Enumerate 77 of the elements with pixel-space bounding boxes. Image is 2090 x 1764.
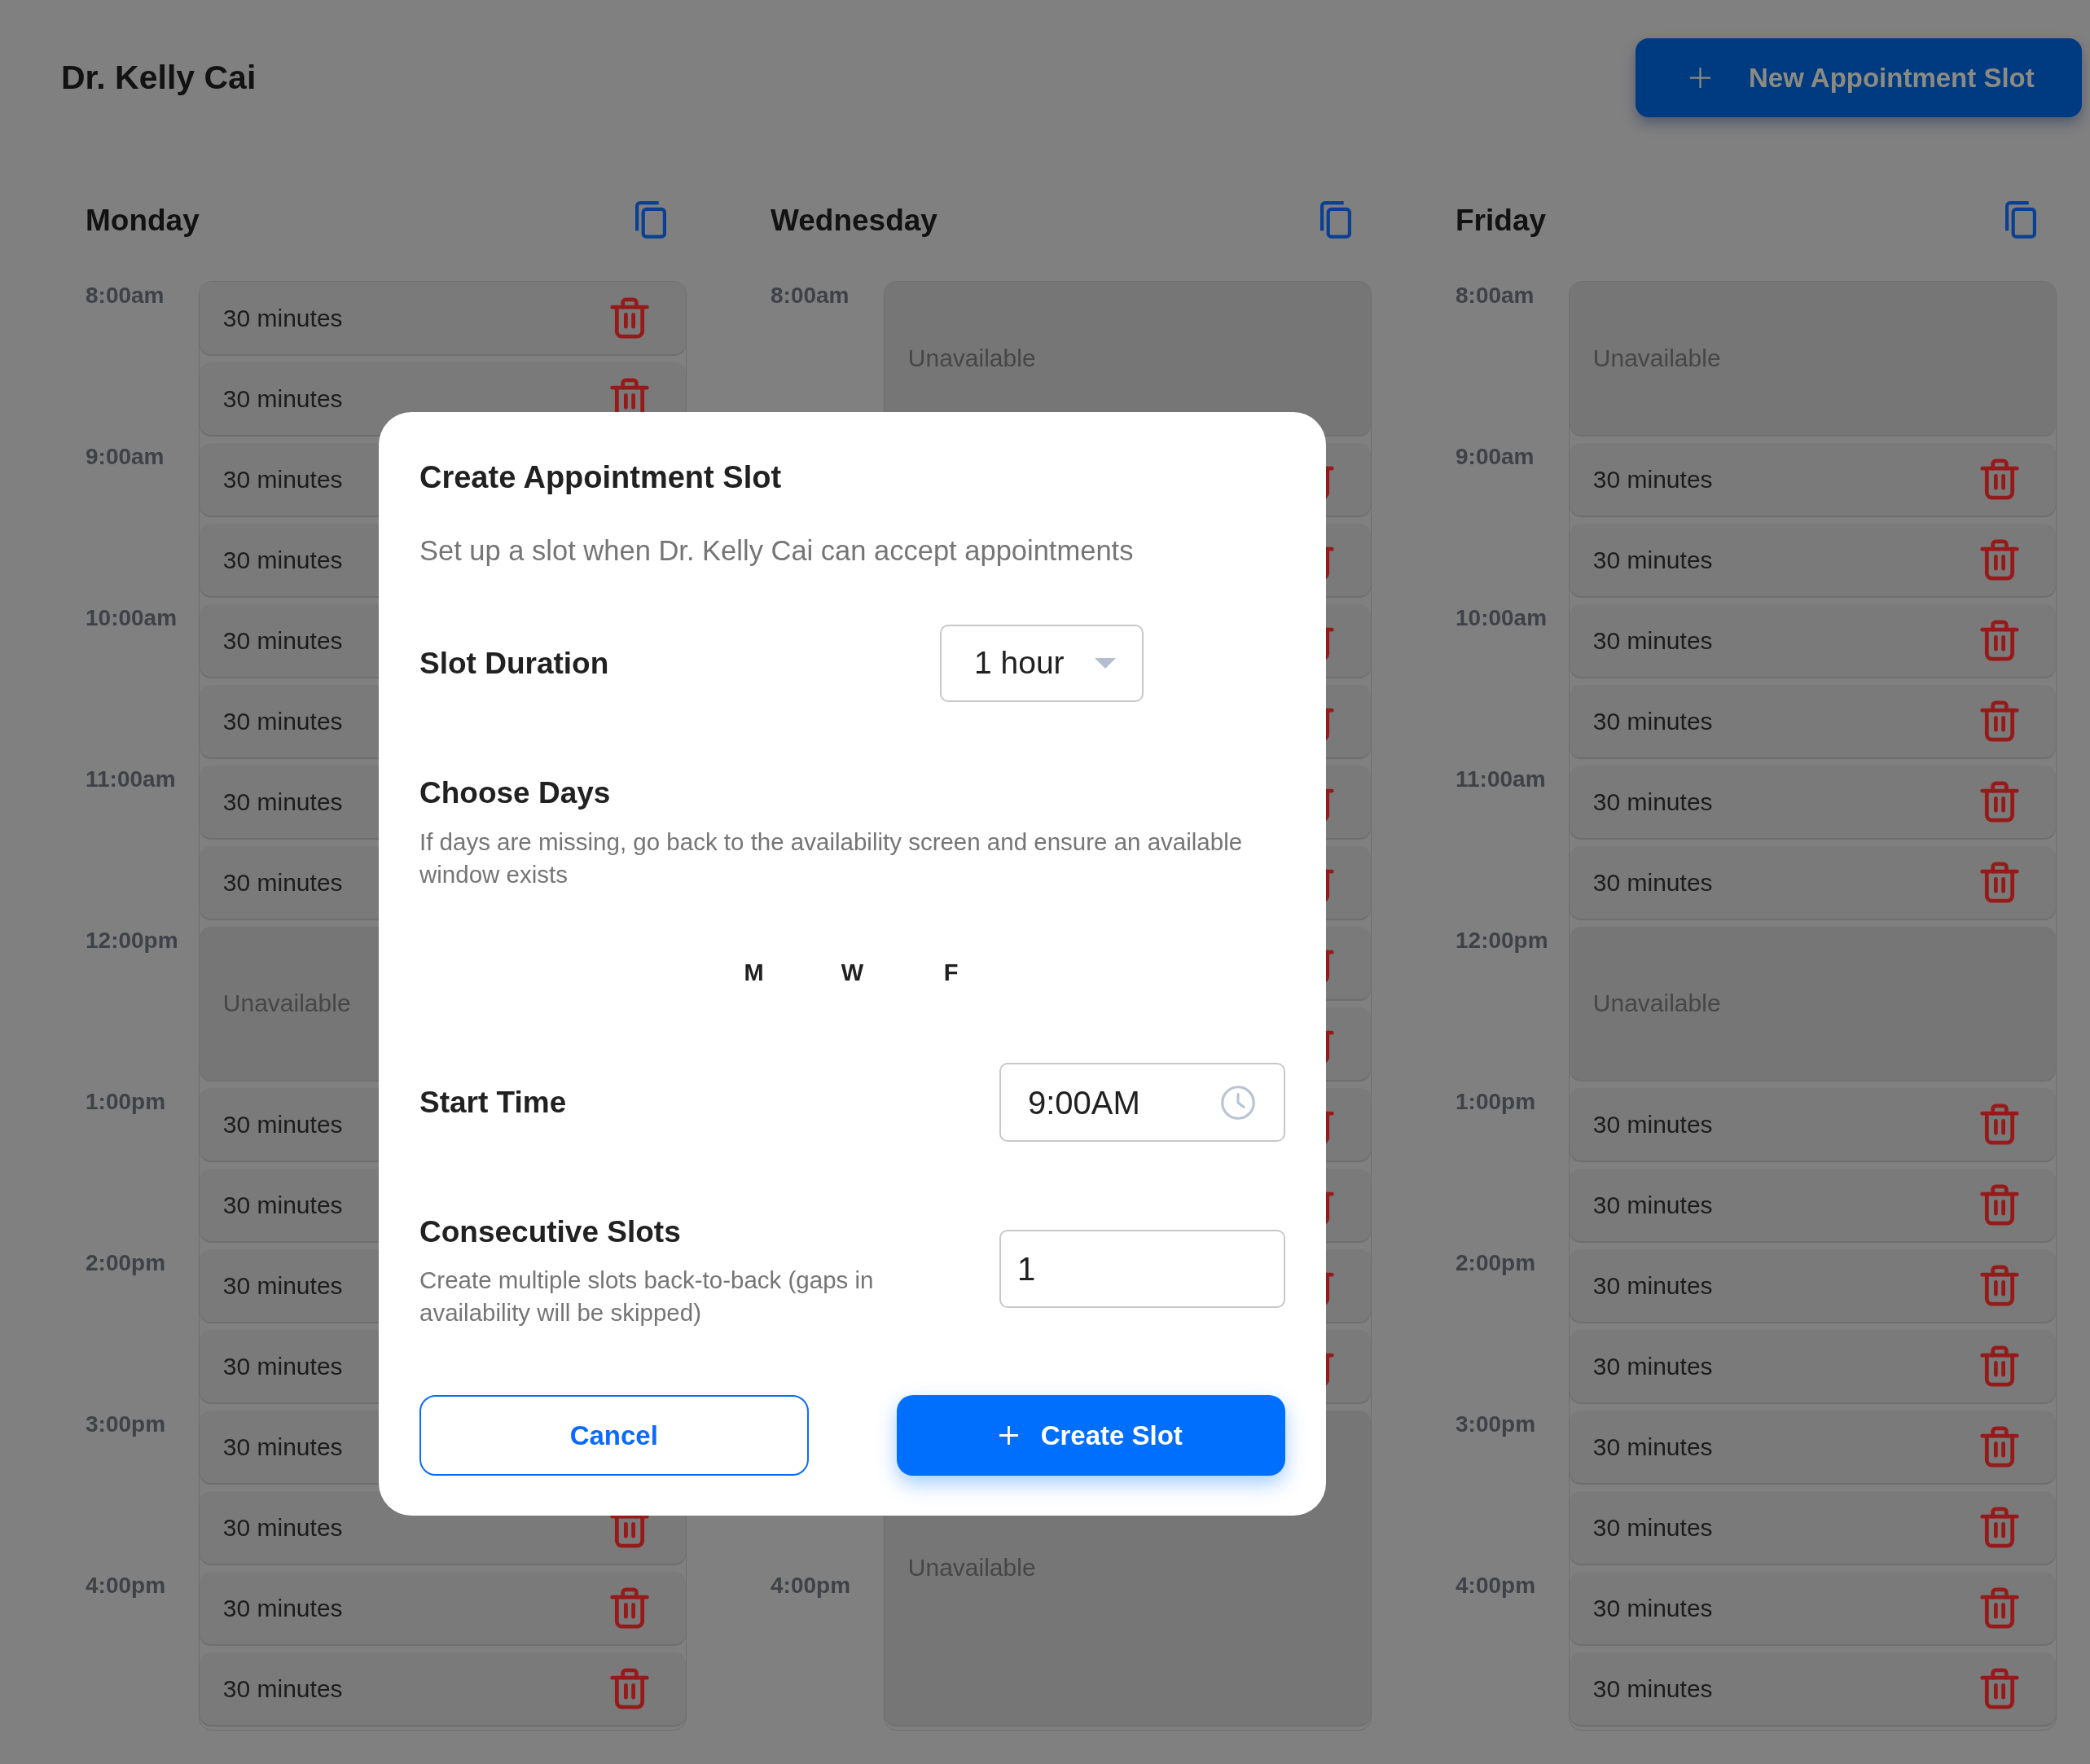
time-label: 4:00pm: [771, 1573, 851, 1598]
time-label: 9:00am: [1456, 444, 1535, 469]
day-option[interactable]: M: [744, 958, 764, 987]
consecutive-slots-hint: Create multiple slots back-to-back (gaps in availability will be skipped): [419, 1266, 875, 1327]
slot-duration: 30 minutes: [1592, 1515, 1713, 1540]
create-slot-button[interactable]: Create Slot: [896, 1395, 1285, 1476]
plus-icon: [999, 1426, 1018, 1445]
doctor-name: Dr. Kelly Cai: [61, 61, 257, 94]
slot-duration: 30 minutes: [222, 1273, 343, 1298]
slot-duration: 30 minutes: [1592, 1676, 1713, 1701]
slot-duration: 30 minutes: [222, 305, 343, 331]
time-label: 2:00pm: [86, 1250, 166, 1275]
slot-duration: 30 minutes: [1592, 1192, 1713, 1218]
slot-duration: 30 minutes: [222, 547, 343, 573]
time-label: 4:00pm: [86, 1573, 166, 1598]
time-label: 10:00am: [86, 605, 178, 630]
start-time-label: Start Time: [419, 1084, 567, 1121]
slot-duration: 30 minutes: [1592, 1273, 1713, 1298]
plus-icon: [1690, 68, 1710, 88]
choose-days-label: Choose Days: [419, 775, 612, 811]
time-label: 3:00pm: [86, 1411, 166, 1437]
time-label: 10:00am: [1456, 605, 1548, 630]
slot-duration: 30 minutes: [1592, 547, 1713, 573]
dialog-title: Create Appointment Slot: [419, 459, 783, 495]
slot-duration: 30 minutes: [1592, 1434, 1713, 1459]
time-label: 8:00am: [771, 283, 850, 308]
slot-duration: 30 minutes: [222, 789, 343, 814]
clock-icon: [1221, 1085, 1255, 1120]
slot-duration: 30 minutes: [1592, 1112, 1713, 1137]
time-label: 2:00pm: [1456, 1250, 1536, 1275]
time-label: 12:00pm: [86, 928, 178, 953]
day-heading: Friday: [1456, 204, 1547, 235]
time-label: 1:00pm: [1456, 1089, 1536, 1114]
slot-duration: 30 minutes: [222, 628, 343, 653]
slot-duration: 30 minutes: [1592, 709, 1713, 734]
slot-duration: 30 minutes: [222, 1354, 343, 1379]
choose-days-hint: If days are missing, go back to the availability screen and ensure an available window exists: [419, 827, 1244, 889]
consecutive-slots-input[interactable]: 1: [999, 1230, 1285, 1308]
time-label: 3:00pm: [1456, 1411, 1536, 1437]
time-label: 11:00am: [1456, 766, 1546, 792]
start-time-field[interactable]: 9:00AM: [999, 1063, 1285, 1142]
slot-duration: 30 minutes: [222, 870, 343, 895]
day-heading: Wednesday: [771, 204, 937, 235]
slot-duration-label: Slot Duration: [419, 645, 609, 682]
slot-duration: 30 minutes: [1592, 1354, 1713, 1379]
time-label: 8:00am: [1456, 283, 1535, 308]
slot-duration: 30 minutes: [222, 1192, 343, 1218]
time-label: 11:00am: [86, 766, 176, 792]
dialog-subtitle: Set up a slot when Dr. Kelly Cai can accept appointments: [419, 534, 1135, 567]
copy-icon[interactable]: [635, 201, 666, 239]
time-label: 1:00pm: [86, 1089, 166, 1114]
copy-icon[interactable]: [1320, 201, 1351, 239]
time-label: 9:00am: [86, 444, 165, 469]
day-option[interactable]: F: [943, 958, 959, 987]
slot-duration: 30 minutes: [1592, 870, 1713, 895]
slot-duration: 30 minutes: [222, 709, 343, 734]
slot-duration: 30 minutes: [222, 1112, 343, 1137]
slot-duration: 30 minutes: [222, 467, 343, 492]
caret-icon: [1095, 658, 1116, 669]
time-label: 8:00am: [86, 283, 165, 308]
slot-duration: 30 minutes: [1592, 628, 1713, 653]
slot-duration: 30 minutes: [222, 1434, 343, 1459]
slot-duration: 30 minutes: [1592, 1595, 1713, 1621]
consecutive-slots-label: Consecutive Slots: [419, 1214, 682, 1250]
slot-duration: 30 minutes: [222, 386, 343, 411]
slot-duration: 30 minutes: [222, 1515, 343, 1540]
copy-icon[interactable]: [2005, 201, 2036, 239]
slot-duration: 30 minutes: [222, 1676, 343, 1701]
day-option[interactable]: W: [841, 958, 864, 987]
cancel-button[interactable]: Cancel: [419, 1395, 809, 1476]
slot-duration: 30 minutes: [222, 1595, 343, 1621]
time-label: 4:00pm: [1456, 1573, 1536, 1598]
time-label: 12:00pm: [1456, 928, 1548, 953]
duration-dropdown[interactable]: 1 hour: [940, 625, 1144, 702]
slot-duration: 30 minutes: [1592, 789, 1713, 814]
day-heading: Monday: [86, 204, 200, 235]
slot-duration: 30 minutes: [1592, 467, 1713, 492]
